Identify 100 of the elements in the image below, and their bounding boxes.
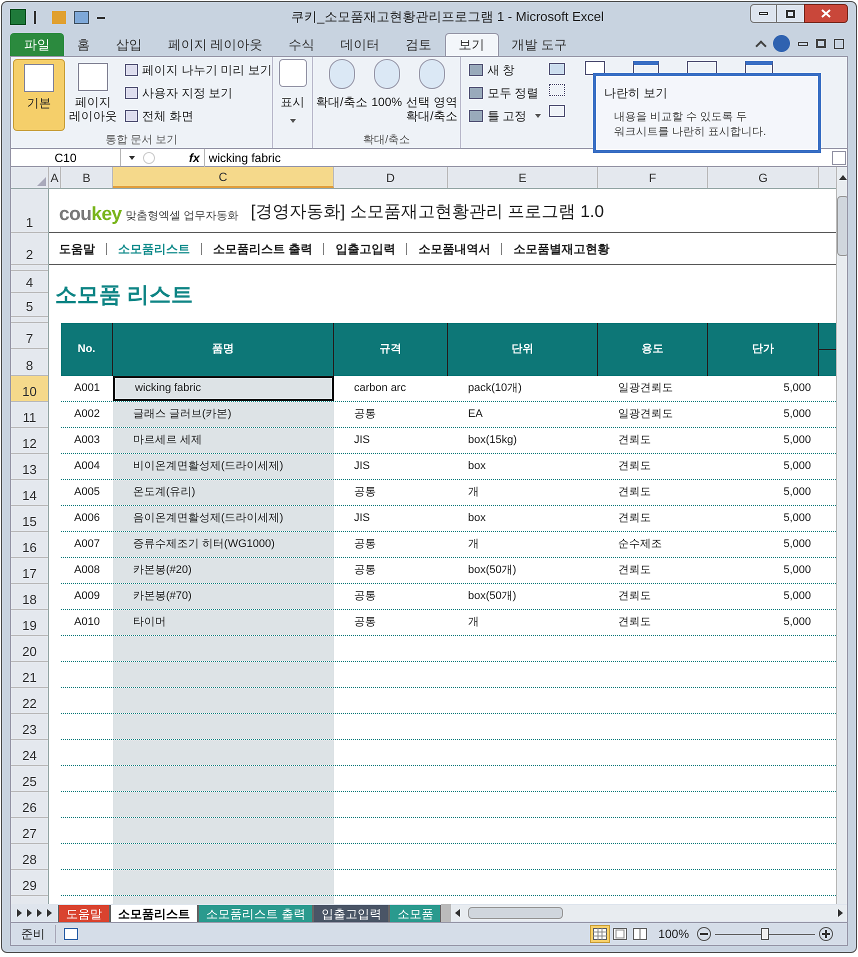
table-cell-text: 마르세르 세제: [133, 433, 202, 448]
row-header[interactable]: 18: [11, 584, 48, 610]
file-tab[interactable]: 파일: [10, 33, 64, 56]
zoom-level[interactable]: 100%: [658, 925, 689, 943]
caret-icon: [290, 119, 296, 123]
row-header[interactable]: 4: [11, 271, 48, 293]
nav-link[interactable]: 입출고입력: [335, 240, 396, 258]
table-cell-text: box(50개): [468, 563, 516, 578]
horizontal-scrollbar[interactable]: [451, 905, 847, 921]
row-header[interactable]: 10: [11, 376, 48, 402]
nav-link[interactable]: 소모품내역서: [418, 240, 490, 258]
table-cell-text: 일광견뢰도: [618, 407, 673, 422]
row-header[interactable]: 25: [11, 766, 48, 792]
column-header[interactable]: G: [708, 167, 819, 188]
zoom-thumb[interactable]: [761, 928, 769, 940]
help-icon[interactable]: [773, 35, 790, 52]
show-button[interactable]: 표시: [278, 59, 307, 111]
unhide-icon: [548, 105, 565, 117]
column-header[interactable]: C: [113, 167, 334, 188]
row-header[interactable]: 16: [11, 532, 48, 558]
sheet-tab[interactable]: 소모품리스트: [110, 904, 198, 922]
zoom-out-button[interactable]: [697, 927, 711, 941]
column-header[interactable]: A: [49, 167, 61, 188]
left-arrow-icon: [455, 909, 460, 917]
sheet-tab[interactable]: 도움말: [58, 904, 110, 922]
scroll-thumb[interactable]: [837, 196, 847, 256]
table-header: 단가: [708, 323, 819, 376]
table-cell-text: A006: [74, 511, 100, 526]
table-cell-text: A005: [74, 485, 100, 500]
view-mode-button[interactable]: [590, 925, 610, 943]
minimize-button[interactable]: [750, 4, 777, 23]
ribbon-tab[interactable]: 검토: [392, 33, 445, 56]
ribbon-small-button[interactable]: 페이지 나누기 미리 보기: [125, 59, 272, 80]
ribbon-tab[interactable]: 홈: [64, 33, 103, 56]
row-header[interactable]: 11: [11, 402, 48, 428]
ribbon-small-button[interactable]: 새 창: [469, 59, 541, 80]
row-header[interactable]: 29: [11, 870, 48, 896]
ribbon-small-button[interactable]: 모두 정렬: [469, 82, 541, 103]
table-cell-text: wicking fabric: [135, 381, 202, 396]
ribbon-small-button[interactable]: 틀 고정: [469, 105, 541, 126]
table-header: No.: [61, 323, 113, 376]
zoom-in-button[interactable]: [819, 927, 833, 941]
table-cell-text: 견뢰도: [618, 563, 651, 578]
ribbon-tab[interactable]: 수식: [276, 33, 328, 56]
maximize-button[interactable]: [777, 4, 804, 23]
row-header[interactable]: 12: [11, 428, 48, 454]
column-header[interactable]: E: [448, 167, 598, 188]
scroll-thumb[interactable]: [468, 907, 564, 919]
column-header[interactable]: F: [598, 167, 708, 188]
ribbon-tab[interactable]: 페이지 레이아웃: [155, 33, 276, 56]
row-header[interactable]: 19: [11, 610, 48, 636]
table-cell-text: pack(10개): [468, 381, 522, 396]
row-header[interactable]: 23: [11, 714, 48, 740]
table-header: 단위: [448, 323, 598, 376]
row-header[interactable]: 22: [11, 688, 48, 714]
excel-logo-icon: [10, 9, 26, 25]
ribbon-small-button[interactable]: 전체 화면: [125, 105, 272, 126]
table-cell-text: 5,000: [783, 433, 811, 448]
view-button[interactable]: 기본: [13, 59, 65, 131]
row-header[interactable]: 2: [11, 233, 48, 265]
view-button[interactable]: 페이지 레이아웃: [67, 59, 119, 131]
ribbon-tab[interactable]: 보기: [444, 33, 499, 56]
row-header[interactable]: 7: [11, 323, 48, 349]
ribbon-tab[interactable]: 개발 도구: [498, 33, 580, 56]
row-header[interactable]: 21: [11, 662, 48, 688]
tab-split-handle[interactable]: [441, 904, 452, 922]
nav-link[interactable]: 소모품리스트: [118, 240, 190, 258]
column-header[interactable]: D: [334, 167, 448, 188]
nav-link[interactable]: 도움말: [59, 240, 95, 258]
table-cell-text: A002: [74, 407, 100, 422]
sheet-tab[interactable]: 입출고입력: [313, 904, 390, 922]
name-box[interactable]: C10: [11, 149, 121, 166]
nav-link[interactable]: 소모품리스트 출력: [213, 240, 312, 258]
formula-bar[interactable]: C10 fx wicking fabric: [10, 149, 848, 167]
row-header[interactable]: 28: [11, 844, 48, 870]
row-header[interactable]: 15: [11, 506, 48, 532]
ribbon-tab[interactable]: 삽입: [103, 33, 155, 56]
row-header[interactable]: 14: [11, 480, 48, 506]
row-header[interactable]: 20: [11, 636, 48, 662]
row-header[interactable]: 17: [11, 558, 48, 584]
zoom-slider[interactable]: [715, 927, 815, 941]
row-header[interactable]: 5: [11, 293, 48, 317]
table-cell-text: 공통: [354, 485, 376, 500]
table-cell-text: 카본봉(#70): [133, 589, 192, 604]
zoom-button[interactable]: 확대/축소: [316, 59, 368, 109]
ribbon-small-button[interactable]: 사용자 지정 보기: [125, 82, 272, 103]
nav-link[interactable]: 소모품별재고현황: [513, 240, 610, 258]
ribbon-tab[interactable]: 데이터: [328, 33, 393, 56]
status-text: 준비: [11, 925, 56, 943]
row-header[interactable]: 1: [11, 189, 48, 233]
zoom-button[interactable]: 100%: [371, 59, 402, 109]
row-header[interactable]: 26: [11, 792, 48, 818]
zoom-button[interactable]: 선택 영역 확대/축소: [406, 59, 458, 123]
row-header[interactable]: 24: [11, 740, 48, 766]
close-button[interactable]: [804, 4, 848, 23]
row-header[interactable]: 27: [11, 818, 48, 844]
zoom-icon: [328, 59, 355, 89]
table-cell-text: JIS: [354, 433, 370, 448]
row-header[interactable]: 13: [11, 454, 48, 480]
table-header: 용도: [598, 323, 708, 376]
